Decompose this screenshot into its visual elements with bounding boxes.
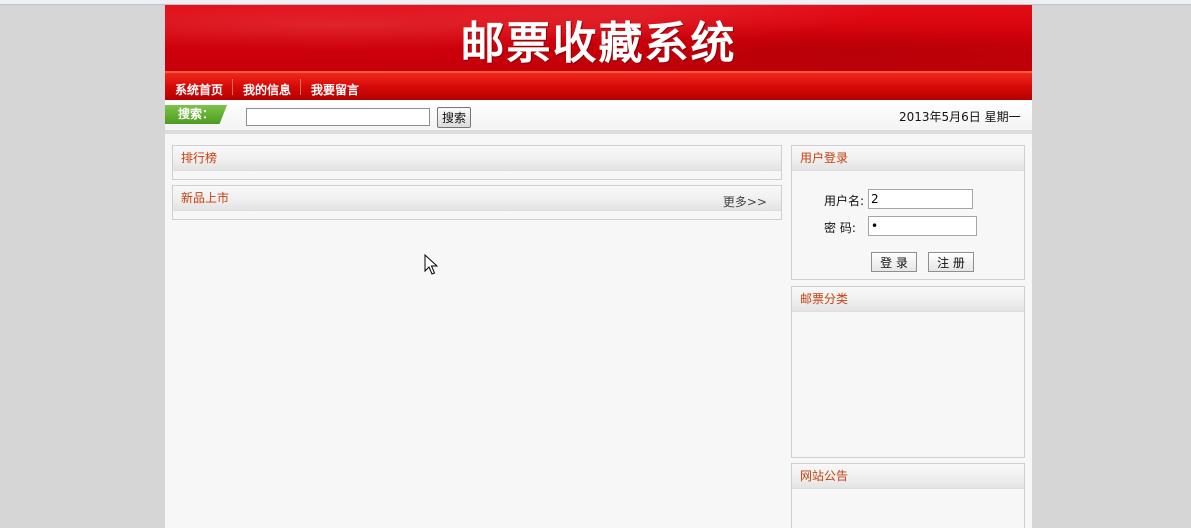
mouse-cursor-icon [424,254,438,275]
nav-item-home[interactable]: 系统首页 [175,81,223,98]
nav-divider [232,79,233,95]
search-input[interactable] [246,108,430,126]
stamp-categories-title: 邮票分类 [792,287,1024,312]
login-panel-title: 用户登录 [792,146,1024,171]
username-label: 用户名: [824,194,865,208]
nav-item-leave-message[interactable]: 我要留言 [311,81,359,98]
password-field[interactable] [868,216,977,236]
site-title: 邮票收藏系统 [460,18,737,69]
ranking-panel: 排行榜 [172,145,782,180]
stamp-categories-panel: 邮票分类 [791,286,1025,458]
username-field[interactable] [868,189,973,209]
page-container: 邮票收藏系统 系统首页 我的信息 我要留言 搜索： 搜索 2013年5月6日 星… [165,5,1032,528]
nav-item-my-info[interactable]: 我的信息 [243,81,291,98]
current-date: 2013年5月6日 星期一 [899,110,1021,124]
search-tag-label: 搜索： [165,105,227,124]
announcements-title: 网站公告 [792,464,1024,489]
register-button[interactable]: 注 册 [928,252,974,272]
password-label: 密 码: [824,221,856,235]
site-banner: 邮票收藏系统 [165,5,1032,71]
ranking-panel-title: 排行榜 [173,146,781,171]
search-bar: 搜索： 搜索 2013年5月6日 星期一 [165,100,1032,134]
announcements-panel: 网站公告 [791,463,1025,528]
nav-divider [300,79,301,95]
more-link[interactable]: 更多>> [723,193,767,210]
login-button[interactable]: 登 录 [871,252,917,272]
main-nav: 系统首页 我的信息 我要留言 [165,71,1032,100]
login-panel: 用户登录 用户名: 密 码: 登 录 注 册 [791,145,1025,280]
new-arrivals-panel: 新品上市 更多>> [172,185,782,220]
new-arrivals-panel-title: 新品上市 [173,186,781,211]
search-button[interactable]: 搜索 [437,107,471,128]
